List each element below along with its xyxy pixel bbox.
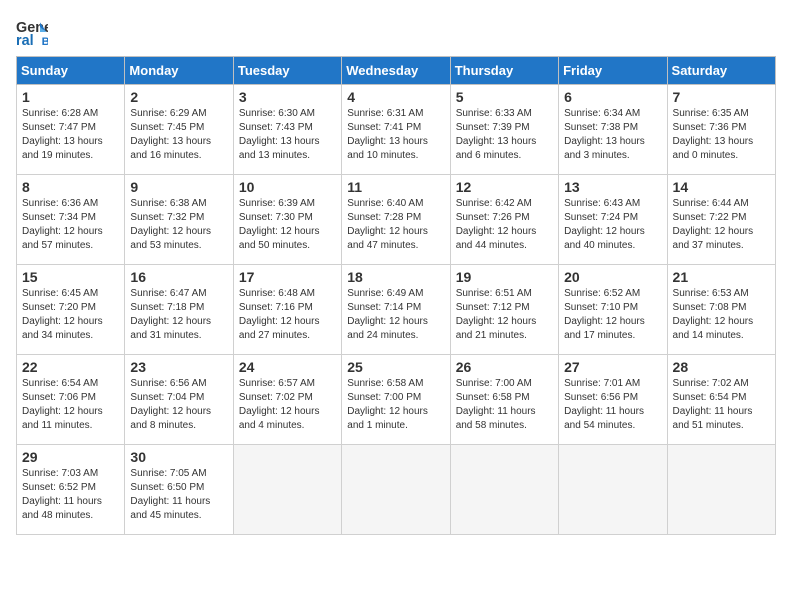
calendar-cell: 26 Sunrise: 7:00 AMSunset: 6:58 PMDaylig… bbox=[450, 355, 558, 445]
calendar-cell: 29 Sunrise: 7:03 AMSunset: 6:52 PMDaylig… bbox=[17, 445, 125, 535]
calendar-row: 8 Sunrise: 6:36 AMSunset: 7:34 PMDayligh… bbox=[17, 175, 776, 265]
calendar-cell: 17 Sunrise: 6:48 AMSunset: 7:16 PMDaylig… bbox=[233, 265, 341, 355]
calendar-cell: 4 Sunrise: 6:31 AMSunset: 7:41 PMDayligh… bbox=[342, 85, 450, 175]
calendar-row: 15 Sunrise: 6:45 AMSunset: 7:20 PMDaylig… bbox=[17, 265, 776, 355]
calendar-cell: 19 Sunrise: 6:51 AMSunset: 7:12 PMDaylig… bbox=[450, 265, 558, 355]
calendar-cell: 1 Sunrise: 6:28 AMSunset: 7:47 PMDayligh… bbox=[17, 85, 125, 175]
calendar-cell: 14 Sunrise: 6:44 AMSunset: 7:22 PMDaylig… bbox=[667, 175, 775, 265]
day-header-wednesday: Wednesday bbox=[342, 57, 450, 85]
calendar-table: SundayMondayTuesdayWednesdayThursdayFrid… bbox=[16, 56, 776, 535]
calendar-cell: 21 Sunrise: 6:53 AMSunset: 7:08 PMDaylig… bbox=[667, 265, 775, 355]
calendar-cell bbox=[667, 445, 775, 535]
calendar-cell: 9 Sunrise: 6:38 AMSunset: 7:32 PMDayligh… bbox=[125, 175, 233, 265]
calendar-row: 22 Sunrise: 6:54 AMSunset: 7:06 PMDaylig… bbox=[17, 355, 776, 445]
calendar-cell: 8 Sunrise: 6:36 AMSunset: 7:34 PMDayligh… bbox=[17, 175, 125, 265]
svg-text:Blue: Blue bbox=[42, 36, 48, 48]
calendar-cell bbox=[342, 445, 450, 535]
calendar-cell: 3 Sunrise: 6:30 AMSunset: 7:43 PMDayligh… bbox=[233, 85, 341, 175]
logo-icon: Gene ral Blue bbox=[16, 16, 48, 48]
calendar-cell: 27 Sunrise: 7:01 AMSunset: 6:56 PMDaylig… bbox=[559, 355, 667, 445]
calendar-cell bbox=[233, 445, 341, 535]
day-header-monday: Monday bbox=[125, 57, 233, 85]
calendar-header-row: SundayMondayTuesdayWednesdayThursdayFrid… bbox=[17, 57, 776, 85]
svg-text:ral: ral bbox=[16, 33, 34, 48]
calendar-cell bbox=[559, 445, 667, 535]
calendar-cell: 23 Sunrise: 6:56 AMSunset: 7:04 PMDaylig… bbox=[125, 355, 233, 445]
calendar-cell bbox=[450, 445, 558, 535]
calendar-row: 29 Sunrise: 7:03 AMSunset: 6:52 PMDaylig… bbox=[17, 445, 776, 535]
calendar-cell: 22 Sunrise: 6:54 AMSunset: 7:06 PMDaylig… bbox=[17, 355, 125, 445]
calendar-cell: 2 Sunrise: 6:29 AMSunset: 7:45 PMDayligh… bbox=[125, 85, 233, 175]
calendar-cell: 18 Sunrise: 6:49 AMSunset: 7:14 PMDaylig… bbox=[342, 265, 450, 355]
day-header-friday: Friday bbox=[559, 57, 667, 85]
calendar-cell: 12 Sunrise: 6:42 AMSunset: 7:26 PMDaylig… bbox=[450, 175, 558, 265]
calendar-cell: 10 Sunrise: 6:39 AMSunset: 7:30 PMDaylig… bbox=[233, 175, 341, 265]
day-header-thursday: Thursday bbox=[450, 57, 558, 85]
calendar-cell: 20 Sunrise: 6:52 AMSunset: 7:10 PMDaylig… bbox=[559, 265, 667, 355]
calendar-cell: 24 Sunrise: 6:57 AMSunset: 7:02 PMDaylig… bbox=[233, 355, 341, 445]
day-header-sunday: Sunday bbox=[17, 57, 125, 85]
calendar-cell: 16 Sunrise: 6:47 AMSunset: 7:18 PMDaylig… bbox=[125, 265, 233, 355]
day-header-saturday: Saturday bbox=[667, 57, 775, 85]
calendar-cell: 7 Sunrise: 6:35 AMSunset: 7:36 PMDayligh… bbox=[667, 85, 775, 175]
logo: Gene ral Blue bbox=[16, 16, 52, 48]
calendar-cell: 5 Sunrise: 6:33 AMSunset: 7:39 PMDayligh… bbox=[450, 85, 558, 175]
calendar-cell: 25 Sunrise: 6:58 AMSunset: 7:00 PMDaylig… bbox=[342, 355, 450, 445]
calendar-cell: 30 Sunrise: 7:05 AMSunset: 6:50 PMDaylig… bbox=[125, 445, 233, 535]
calendar-cell: 11 Sunrise: 6:40 AMSunset: 7:28 PMDaylig… bbox=[342, 175, 450, 265]
calendar-cell: 13 Sunrise: 6:43 AMSunset: 7:24 PMDaylig… bbox=[559, 175, 667, 265]
calendar-row: 1 Sunrise: 6:28 AMSunset: 7:47 PMDayligh… bbox=[17, 85, 776, 175]
day-header-tuesday: Tuesday bbox=[233, 57, 341, 85]
page-header: Gene ral Blue bbox=[16, 16, 776, 48]
calendar-cell: 15 Sunrise: 6:45 AMSunset: 7:20 PMDaylig… bbox=[17, 265, 125, 355]
calendar-cell: 28 Sunrise: 7:02 AMSunset: 6:54 PMDaylig… bbox=[667, 355, 775, 445]
calendar-cell: 6 Sunrise: 6:34 AMSunset: 7:38 PMDayligh… bbox=[559, 85, 667, 175]
